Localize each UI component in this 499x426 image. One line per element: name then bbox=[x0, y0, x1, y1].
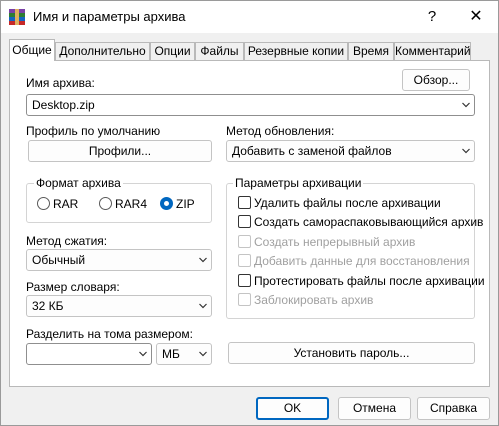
solid-archive-label: Создать непрерывный архив bbox=[254, 235, 416, 249]
archive-name-field[interactable]: Desktop.zip bbox=[26, 94, 475, 116]
format-rar-radio[interactable] bbox=[37, 197, 50, 210]
dictionary-size-label: Размер словаря: bbox=[26, 280, 120, 294]
profile-label: Профиль по умолчанию bbox=[26, 124, 161, 138]
chevron-down-icon[interactable] bbox=[199, 303, 207, 310]
format-rar4-radio[interactable] bbox=[99, 197, 112, 210]
archiving-options-title: Параметры архивации bbox=[233, 176, 364, 190]
lock-archive-checkbox bbox=[238, 293, 251, 306]
chevron-down-icon[interactable] bbox=[462, 102, 470, 109]
sfx-archive-checkbox[interactable] bbox=[238, 215, 251, 228]
lock-archive-label: Заблокировать архив bbox=[254, 293, 374, 307]
format-rar-label: RAR bbox=[53, 197, 79, 211]
split-size-field[interactable] bbox=[26, 343, 152, 365]
chevron-down-icon[interactable] bbox=[462, 148, 470, 155]
compression-method-label: Метод сжатия: bbox=[26, 234, 108, 248]
dictionary-size-value: 32 КБ bbox=[32, 299, 64, 313]
split-unit-select[interactable]: МБ bbox=[156, 343, 212, 365]
recovery-record-label: Добавить данные для восстановления bbox=[254, 254, 470, 268]
close-button[interactable]: ✕ bbox=[461, 5, 491, 29]
cancel-button[interactable]: Отмена bbox=[338, 397, 411, 420]
format-zip-label: ZIP bbox=[176, 197, 195, 211]
dictionary-size-select[interactable]: 32 КБ bbox=[26, 295, 212, 317]
update-method-value: Добавить с заменой файлов bbox=[232, 144, 392, 158]
archive-dialog: Имя и параметры архива ? ✕ Общие Дополни… bbox=[0, 0, 499, 426]
ok-button[interactable]: OK bbox=[256, 397, 329, 420]
profiles-button[interactable]: Профили... bbox=[28, 140, 212, 162]
tab-files[interactable]: Файлы bbox=[195, 42, 244, 61]
compression-method-value: Обычный bbox=[32, 253, 86, 267]
update-method-label: Метод обновления: bbox=[226, 124, 335, 138]
tab-comment[interactable]: Комментарий bbox=[394, 42, 471, 61]
winrar-books-icon bbox=[9, 9, 25, 25]
tab-options[interactable]: Опции bbox=[150, 42, 195, 61]
window-title: Имя и параметры архива bbox=[33, 9, 186, 24]
split-unit-value: МБ bbox=[162, 347, 180, 361]
chevron-down-icon[interactable] bbox=[199, 257, 207, 264]
test-files-label: Протестировать файлы после архивации bbox=[254, 274, 485, 288]
set-password-button[interactable]: Установить пароль... bbox=[228, 342, 475, 364]
recovery-record-checkbox bbox=[238, 254, 251, 267]
archive-name-label: Имя архива: bbox=[26, 76, 95, 90]
tab-advanced[interactable]: Дополнительно bbox=[55, 42, 150, 61]
title-bar: Имя и параметры архива ? ✕ bbox=[1, 1, 498, 33]
tab-backup[interactable]: Резервные копии bbox=[244, 42, 348, 61]
general-tab-panel: Имя архива: Обзор... Desktop.zip Профиль… bbox=[9, 60, 490, 387]
format-rar4-label: RAR4 bbox=[115, 197, 148, 211]
update-method-select[interactable]: Добавить с заменой файлов bbox=[226, 140, 475, 162]
help-question-button[interactable]: ? bbox=[417, 5, 447, 29]
archive-name-value: Desktop.zip bbox=[32, 98, 95, 112]
browse-button[interactable]: Обзор... bbox=[402, 69, 470, 91]
chevron-down-icon[interactable] bbox=[139, 351, 147, 358]
tab-general[interactable]: Общие bbox=[9, 39, 55, 61]
tab-time[interactable]: Время bbox=[348, 42, 394, 61]
delete-files-label: Удалить файлы после архивации bbox=[254, 196, 441, 210]
solid-archive-checkbox bbox=[238, 235, 251, 248]
archive-format-title: Формат архива bbox=[34, 176, 123, 190]
help-button[interactable]: Справка bbox=[417, 397, 490, 420]
chevron-down-icon[interactable] bbox=[199, 351, 207, 358]
compression-method-select[interactable]: Обычный bbox=[26, 249, 212, 271]
delete-files-checkbox[interactable] bbox=[238, 196, 251, 209]
format-zip-radio[interactable] bbox=[160, 197, 173, 210]
test-files-checkbox[interactable] bbox=[238, 274, 251, 287]
sfx-archive-label: Создать самораспаковывающийся архив bbox=[254, 215, 484, 229]
split-volumes-label: Разделить на тома размером: bbox=[26, 327, 193, 341]
